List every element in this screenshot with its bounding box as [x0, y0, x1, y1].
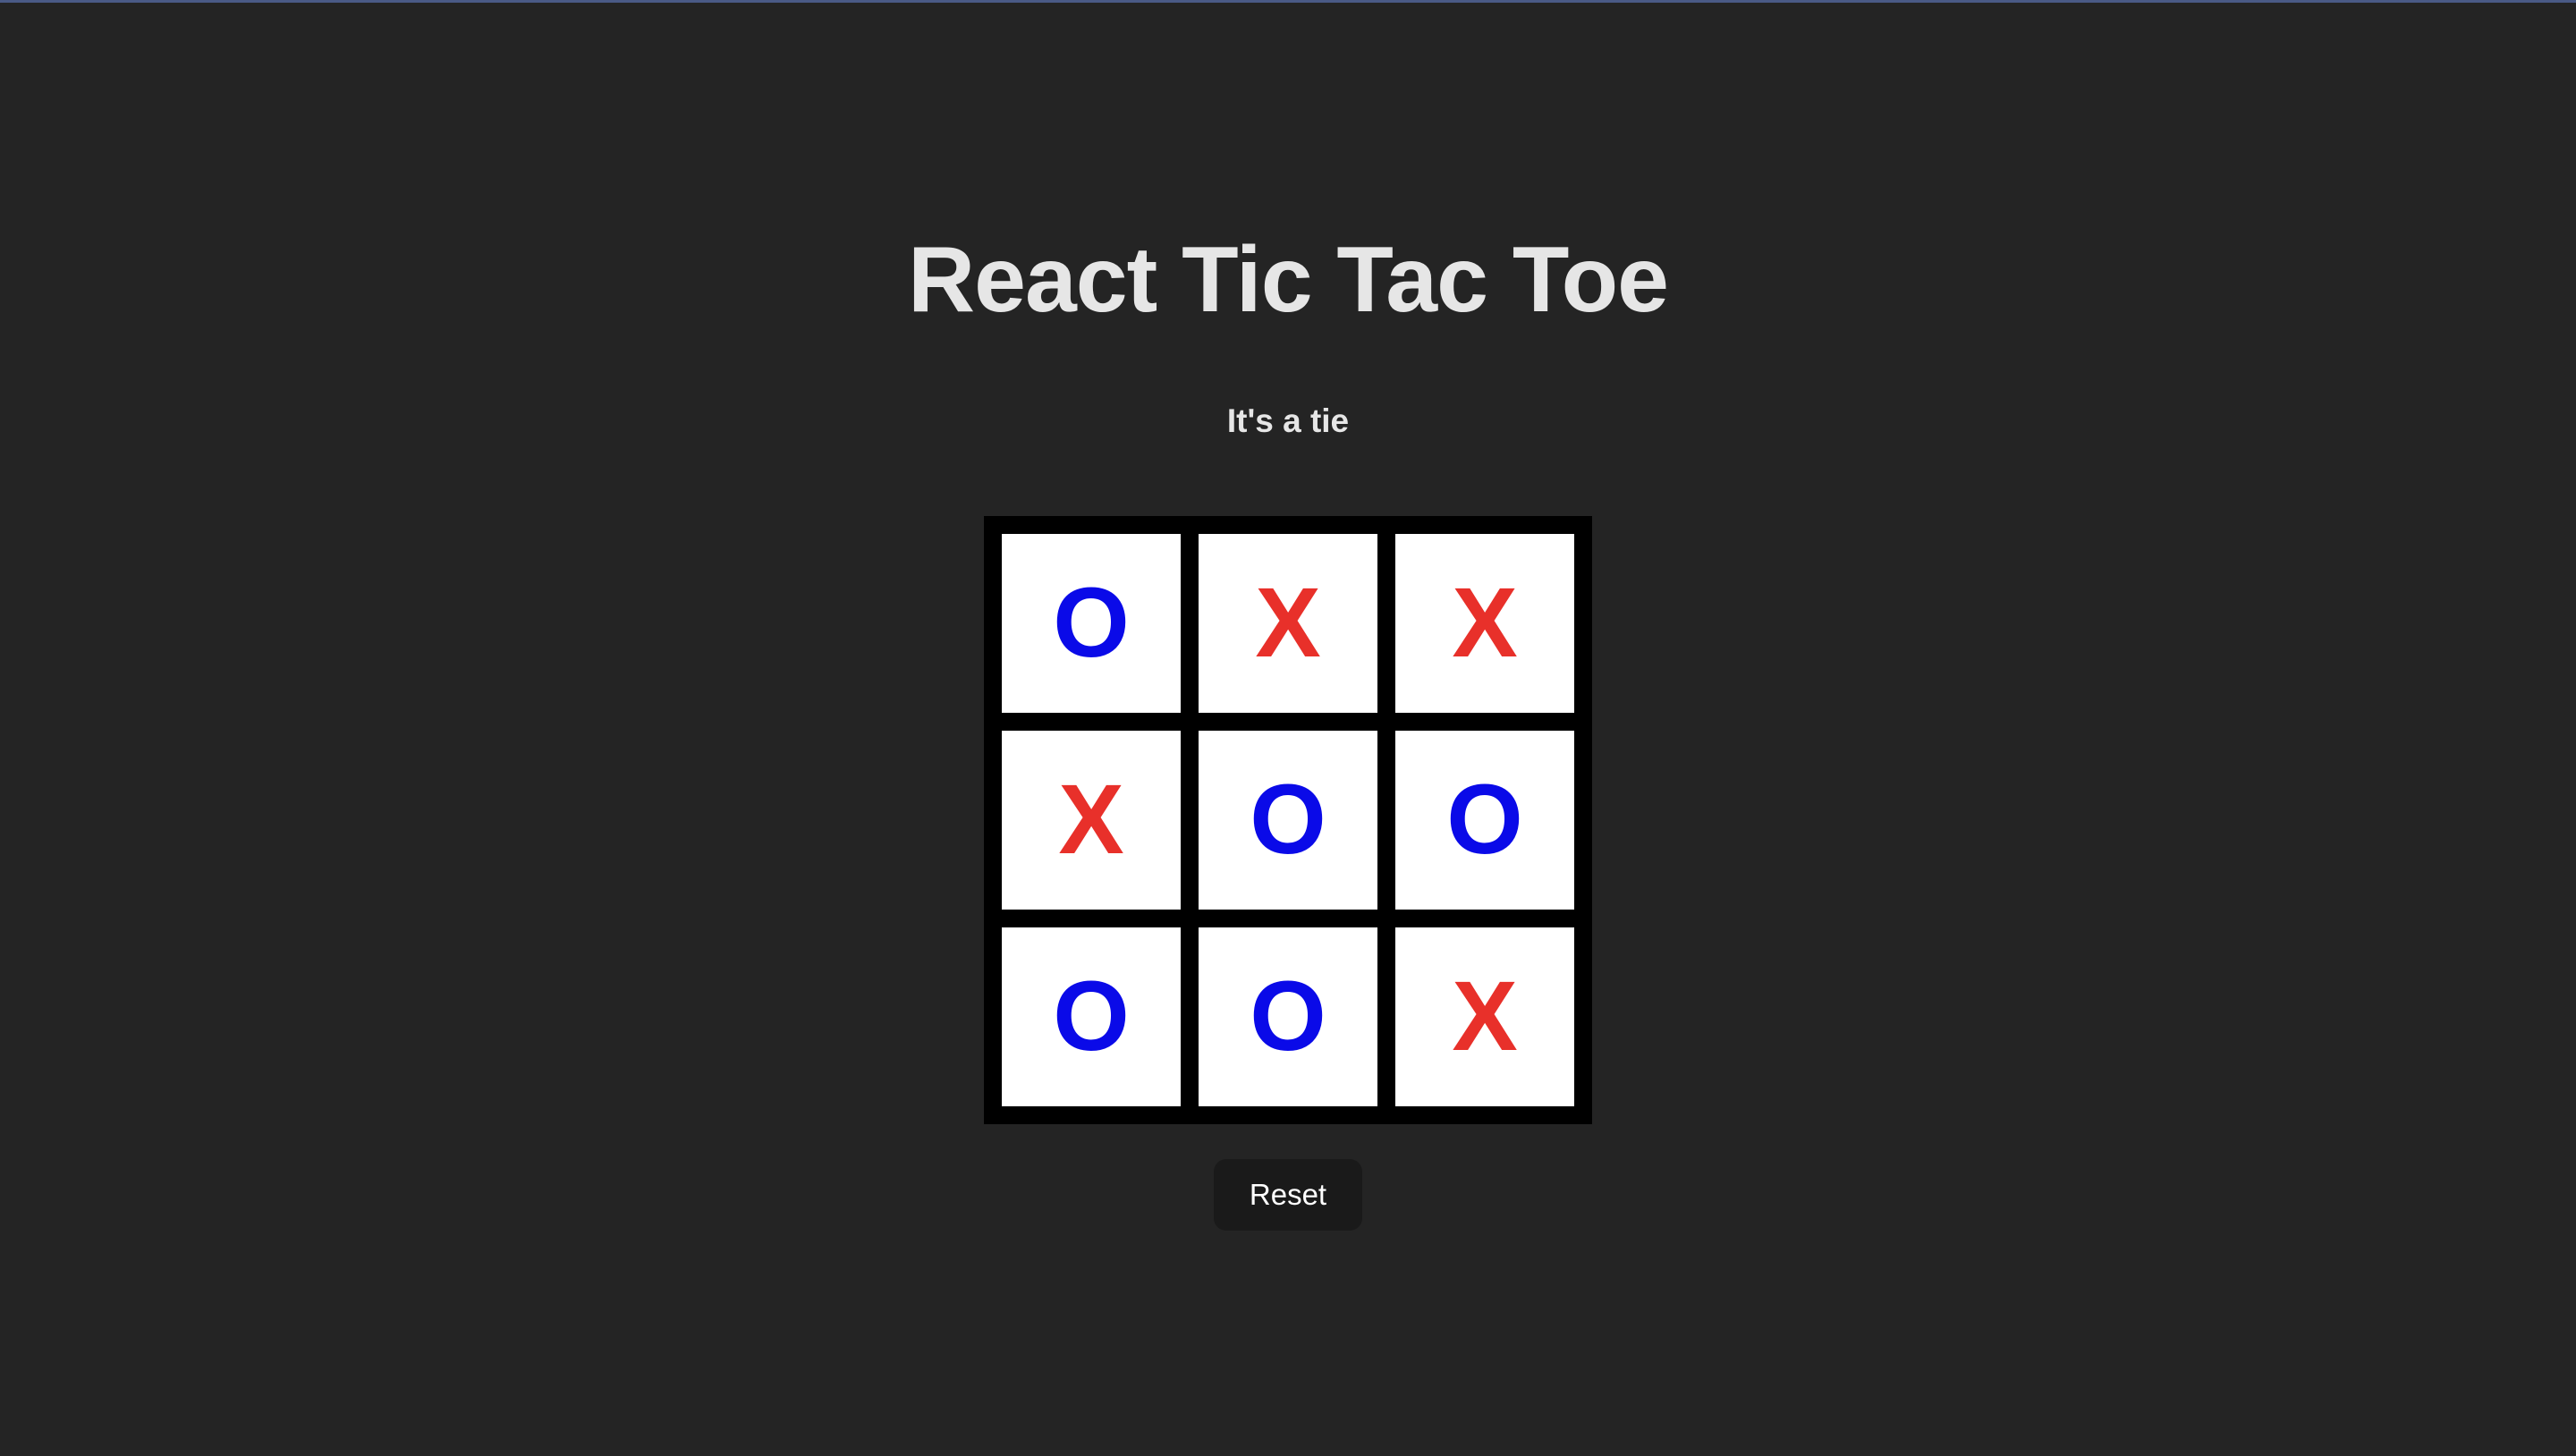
reset-button[interactable]: Reset [1214, 1159, 1362, 1231]
board-cell-5[interactable]: O [1199, 731, 1377, 910]
game-status: It's a tie [1226, 402, 1350, 439]
board-cell-6[interactable]: O [1395, 731, 1574, 910]
board-cell-1[interactable]: O [1002, 534, 1181, 713]
game-board: O X X X O O O O X [984, 516, 1592, 1124]
board-cell-4[interactable]: X [1002, 731, 1181, 910]
board-cell-2[interactable]: X [1199, 534, 1377, 713]
board-cell-9[interactable]: X [1395, 927, 1574, 1106]
board-cell-3[interactable]: X [1395, 534, 1574, 713]
tic-tac-toe-app: React Tic Tac Toe It's a tie O X X X O O… [0, 0, 2576, 1456]
board-cell-8[interactable]: O [1199, 927, 1377, 1106]
board-cell-7[interactable]: O [1002, 927, 1181, 1106]
page-title: React Tic Tac Toe [908, 228, 1669, 332]
